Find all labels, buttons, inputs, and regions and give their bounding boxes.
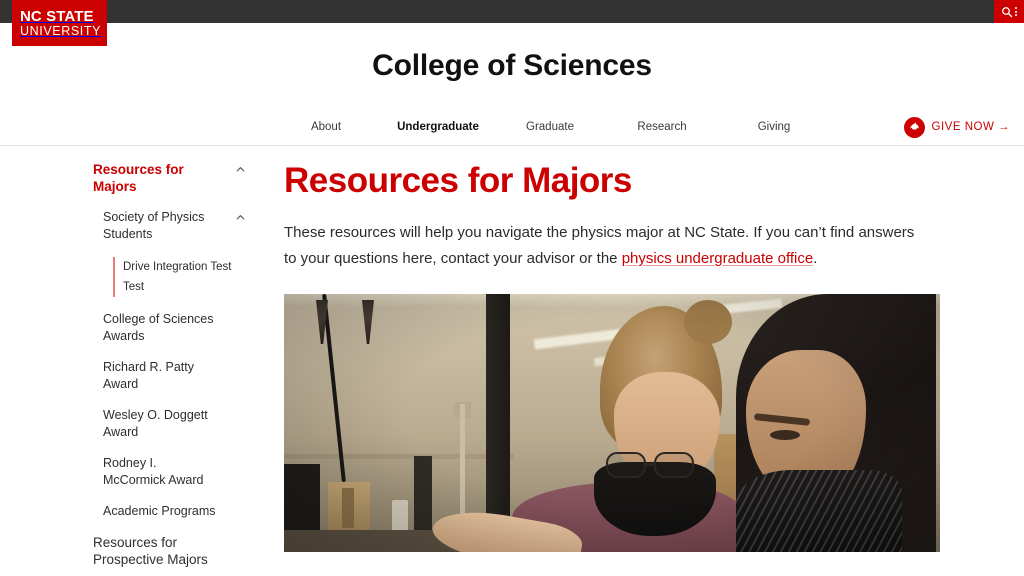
nav-item-research[interactable]: Research (606, 121, 718, 133)
sidebar-section-label: Resources for Majors (93, 162, 184, 194)
sidebar-child-group: Drive Integration Test Test (103, 257, 248, 297)
hero-image (284, 294, 940, 552)
search-icon (1002, 6, 1013, 17)
primary-nav-items: About Undergraduate Graduate Research Gi… (270, 108, 830, 146)
nav-item-graduate[interactable]: Graduate (494, 121, 606, 133)
chevron-up-icon[interactable] (235, 212, 246, 223)
give-now-label: GIVE NOW → (931, 121, 1010, 133)
sidebar-item-wesley-o-doggett-award[interactable]: Wesley O. Doggett Award (103, 407, 248, 441)
kebab-menu-icon[interactable] (1015, 7, 1017, 16)
section-sidebar: Resources for Majors Society of Physics … (0, 146, 268, 576)
intro-text-before: These resources will help you navigate t… (284, 224, 915, 267)
sidebar-item-college-of-sciences-awards[interactable]: College of Sciences Awards (103, 311, 248, 345)
wolf-logo-icon (903, 116, 925, 138)
page-root: NC STATE UNIVERSITY College of Sciences … (0, 0, 1024, 576)
sidebar-item-richard-r-patty-award[interactable]: Richard R. Patty Award (103, 359, 248, 393)
page-title: Resources for Majors (284, 161, 632, 200)
intro-paragraph: These resources will help you navigate t… (284, 220, 930, 272)
page-body: Resources for Majors Society of Physics … (0, 146, 1024, 576)
sidebar-item-label: Society of Physics Students (103, 210, 205, 241)
sidebar-item-rodney-i-mccormick-award[interactable]: Rodney I. McCormick Award (103, 455, 248, 489)
sidebar-item-test[interactable]: Test (113, 277, 248, 297)
give-now-button[interactable]: GIVE NOW → (903, 108, 1010, 146)
nav-item-about[interactable]: About (270, 121, 382, 133)
brand-line2: UNIVERSITY (20, 23, 102, 38)
primary-navigation: About Undergraduate Graduate Research Gi… (0, 108, 1024, 146)
utility-bar (0, 0, 1024, 23)
intro-text-after: . (813, 250, 818, 267)
brand-line1: NC STATE (20, 7, 94, 25)
nav-item-giving[interactable]: Giving (718, 121, 830, 133)
nav-item-undergraduate[interactable]: Undergraduate (382, 121, 494, 133)
physics-undergraduate-office-link[interactable]: physics undergraduate office (622, 250, 814, 267)
chevron-up-icon[interactable] (235, 164, 246, 175)
site-title[interactable]: College of Sciences (372, 49, 652, 83)
sidebar-section-resources-for-majors[interactable]: Resources for Majors (93, 161, 248, 195)
nc-state-logo[interactable]: NC STATE UNIVERSITY (12, 0, 107, 46)
sidebar-item-society-of-physics-students[interactable]: Society of Physics Students (103, 209, 248, 243)
sidebar-subtree: Society of Physics Students Drive Integr… (93, 209, 248, 520)
main-content: Resources for Majors These resources wil… (268, 146, 1024, 576)
site-title-bar: College of Sciences (0, 23, 1024, 108)
sidebar-item-academic-programs[interactable]: Academic Programs (103, 503, 248, 520)
search-toggle-button[interactable] (994, 0, 1024, 23)
sidebar-item-resources-for-prospective-majors[interactable]: Resources for Prospective Majors (93, 534, 248, 568)
sidebar-item-drive-integration-test[interactable]: Drive Integration Test (113, 257, 248, 277)
